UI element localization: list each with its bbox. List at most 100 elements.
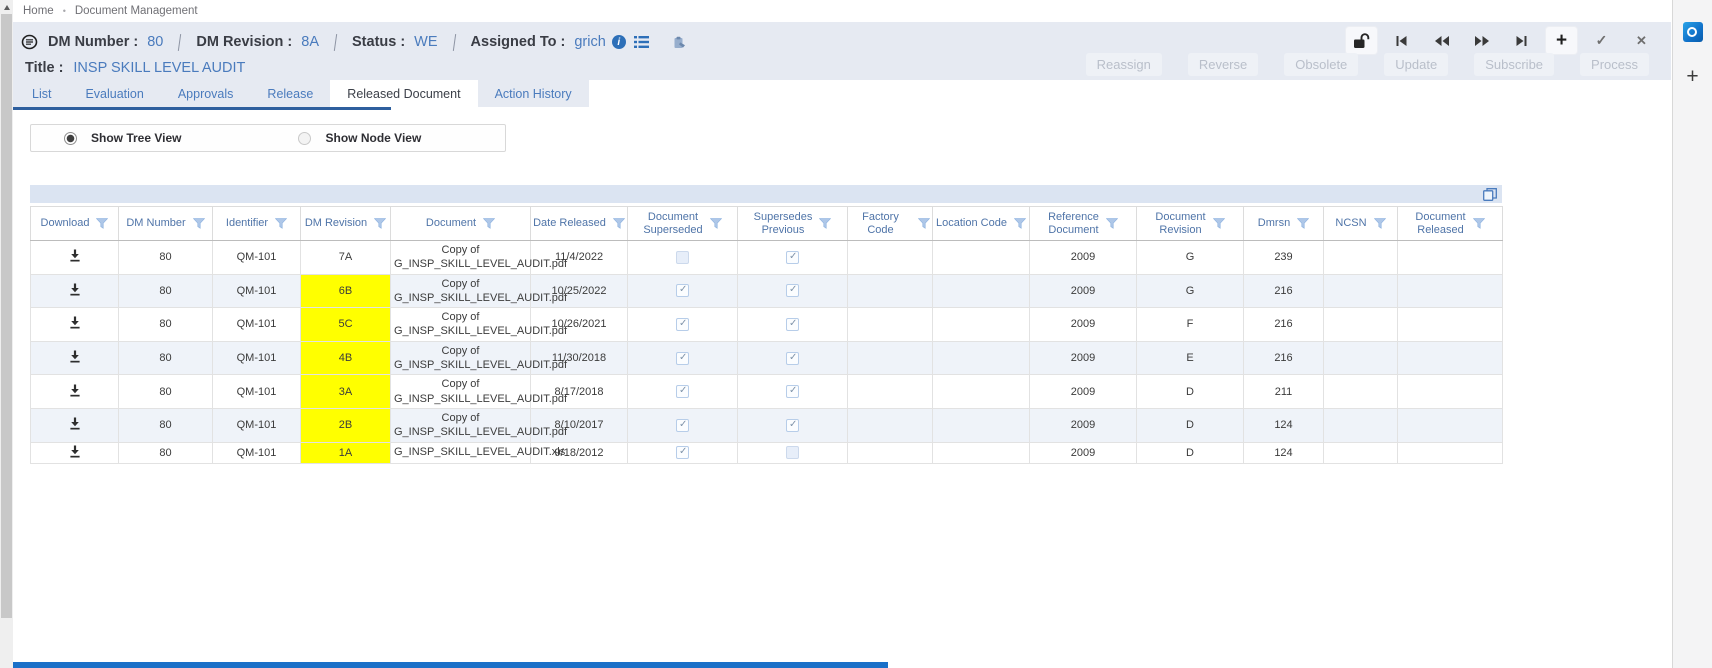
download-icon[interactable] (69, 350, 81, 363)
download-icon[interactable] (69, 283, 81, 296)
filter-icon[interactable] (612, 218, 625, 229)
document-superseded-checkbox[interactable] (676, 385, 689, 399)
vertical-scrollbar[interactable] (0, 0, 13, 668)
filter-icon[interactable] (918, 218, 930, 229)
download-icon[interactable] (69, 417, 81, 430)
supersedes-previous-checkbox[interactable] (786, 250, 799, 264)
view-option-show-tree-view[interactable]: Show Tree View (64, 131, 181, 145)
identifier-cell: QM-101 (212, 374, 301, 409)
column-header-dm-number[interactable]: DM Number (118, 206, 213, 241)
column-header-document[interactable]: Document (390, 206, 531, 241)
supersedes-previous-checkbox[interactable] (786, 351, 799, 365)
supersedes-previous-checkbox[interactable] (786, 446, 799, 460)
download-icon[interactable] (69, 445, 81, 458)
subscribe-button[interactable]: Subscribe (1474, 53, 1555, 76)
column-header-document-revision[interactable]: Document Revision (1136, 206, 1244, 241)
fast-backward-icon[interactable] (1426, 27, 1457, 54)
filter-icon[interactable] (1105, 218, 1118, 229)
supersedes-previous-checkbox[interactable] (786, 284, 799, 298)
filter-icon[interactable] (709, 218, 722, 229)
dmrsn-cell: 124 (1243, 407, 1324, 443)
process-button[interactable]: Process (1580, 53, 1649, 76)
factory-code-cell (847, 407, 933, 443)
dm-revision-value[interactable]: 8A (301, 34, 319, 50)
main-window: Home • Document Management DM Number : 8… (13, 0, 1671, 668)
filter-icon[interactable] (1212, 218, 1225, 229)
list-view-icon[interactable] (633, 36, 649, 48)
filter-icon[interactable] (1472, 218, 1485, 229)
filter-icon[interactable] (1297, 218, 1310, 229)
identifier-cell: QM-101 (212, 441, 301, 464)
supersedes-previous-checkbox[interactable] (786, 385, 799, 399)
supersedes-previous-cell (737, 340, 848, 376)
outlook-icon[interactable] (1682, 22, 1703, 42)
column-header-document-released[interactable]: Document Released (1397, 206, 1503, 241)
tab-bar: List Evaluation Approvals Release Released D… (13, 80, 1671, 110)
download-icon[interactable] (69, 384, 81, 397)
tab-released-document[interactable]: Released Document (330, 80, 478, 107)
column-header-dmrsn[interactable]: Dmrsn (1243, 206, 1324, 241)
go-last-icon[interactable] (1506, 27, 1537, 54)
assigned-to-value[interactable]: grich (574, 34, 605, 50)
sidebar-add-button[interactable]: + (1673, 66, 1712, 87)
filter-icon[interactable] (275, 218, 288, 229)
view-option-show-node-view[interactable]: Show Node View (298, 131, 421, 145)
dm-number-cell: 80 (118, 340, 213, 376)
status-value[interactable]: WE (414, 34, 437, 50)
obsolete-button[interactable]: Obsolete (1284, 53, 1359, 76)
document-superseded-checkbox[interactable] (676, 317, 689, 331)
document-superseded-checkbox[interactable] (676, 446, 689, 460)
document-superseded-checkbox[interactable] (676, 250, 689, 264)
tab-release[interactable]: Release (250, 80, 330, 107)
column-header-supersedes-previous[interactable]: Supersedes Previous (737, 206, 848, 241)
check-icon[interactable]: ✓ (1586, 27, 1617, 54)
filter-icon[interactable] (374, 218, 387, 229)
document-superseded-checkbox[interactable] (676, 284, 689, 298)
download-icon[interactable] (69, 249, 81, 262)
identifier-cell: QM-101 (212, 407, 301, 443)
export-grid-icon[interactable] (1483, 187, 1497, 201)
filter-icon[interactable] (483, 218, 496, 229)
unlock-icon[interactable] (1346, 27, 1377, 54)
download-icon[interactable] (69, 316, 81, 329)
column-header-document-superseded[interactable]: Document Superseded (627, 206, 738, 241)
tab-action-history[interactable]: Action History (478, 80, 589, 107)
filter-icon[interactable] (1373, 218, 1386, 229)
radio-icon[interactable] (64, 131, 77, 145)
add-icon[interactable]: + (1546, 27, 1577, 54)
reassign-button[interactable]: Reassign (1085, 53, 1162, 76)
column-header-reference-document[interactable]: Reference Document (1029, 206, 1137, 241)
column-header-location-code[interactable]: Location Code (932, 206, 1030, 241)
filter-icon[interactable] (96, 218, 109, 229)
column-header-dm-revision[interactable]: DM Revision (300, 206, 391, 241)
scrollbar-up-button[interactable] (0, 0, 13, 14)
info-icon[interactable]: i (611, 35, 626, 49)
breadcrumb-home[interactable]: Home (23, 5, 54, 17)
document-superseded-checkbox[interactable] (676, 418, 689, 432)
radio-icon[interactable] (298, 131, 312, 145)
supersedes-previous-checkbox[interactable] (786, 317, 799, 331)
fast-forward-icon[interactable] (1466, 27, 1497, 54)
action-buttons: Reassign Reverse Obsolete Update Subscribe Pr… (1085, 53, 1649, 76)
filter-icon[interactable] (819, 218, 832, 229)
field-divider (178, 33, 182, 51)
update-button[interactable]: Update (1384, 53, 1449, 76)
reverse-button[interactable]: Reverse (1187, 53, 1259, 76)
dm-number-value[interactable]: 80 (147, 34, 163, 50)
column-header-ncsn[interactable]: NCSN (1323, 206, 1398, 241)
clipboard-icon[interactable] (673, 36, 686, 49)
column-header-factory-code[interactable]: Factory Code (847, 206, 933, 241)
supersedes-previous-checkbox[interactable] (786, 418, 799, 432)
filter-icon[interactable] (1013, 218, 1026, 229)
column-header-identifier[interactable]: Identifier (212, 206, 301, 241)
tab-evaluation[interactable]: Evaluation (68, 80, 160, 107)
tab-approvals[interactable]: Approvals (161, 80, 251, 107)
close-icon[interactable]: ✕ (1626, 27, 1657, 54)
filter-icon[interactable] (192, 218, 205, 229)
document-superseded-checkbox[interactable] (676, 351, 689, 365)
column-header-download[interactable]: Download (30, 206, 119, 241)
go-first-icon[interactable] (1386, 27, 1417, 54)
column-header-date-released[interactable]: Date Released (530, 206, 628, 241)
tab-list[interactable]: List (15, 80, 68, 107)
scrollbar-thumb[interactable] (1, 14, 12, 618)
